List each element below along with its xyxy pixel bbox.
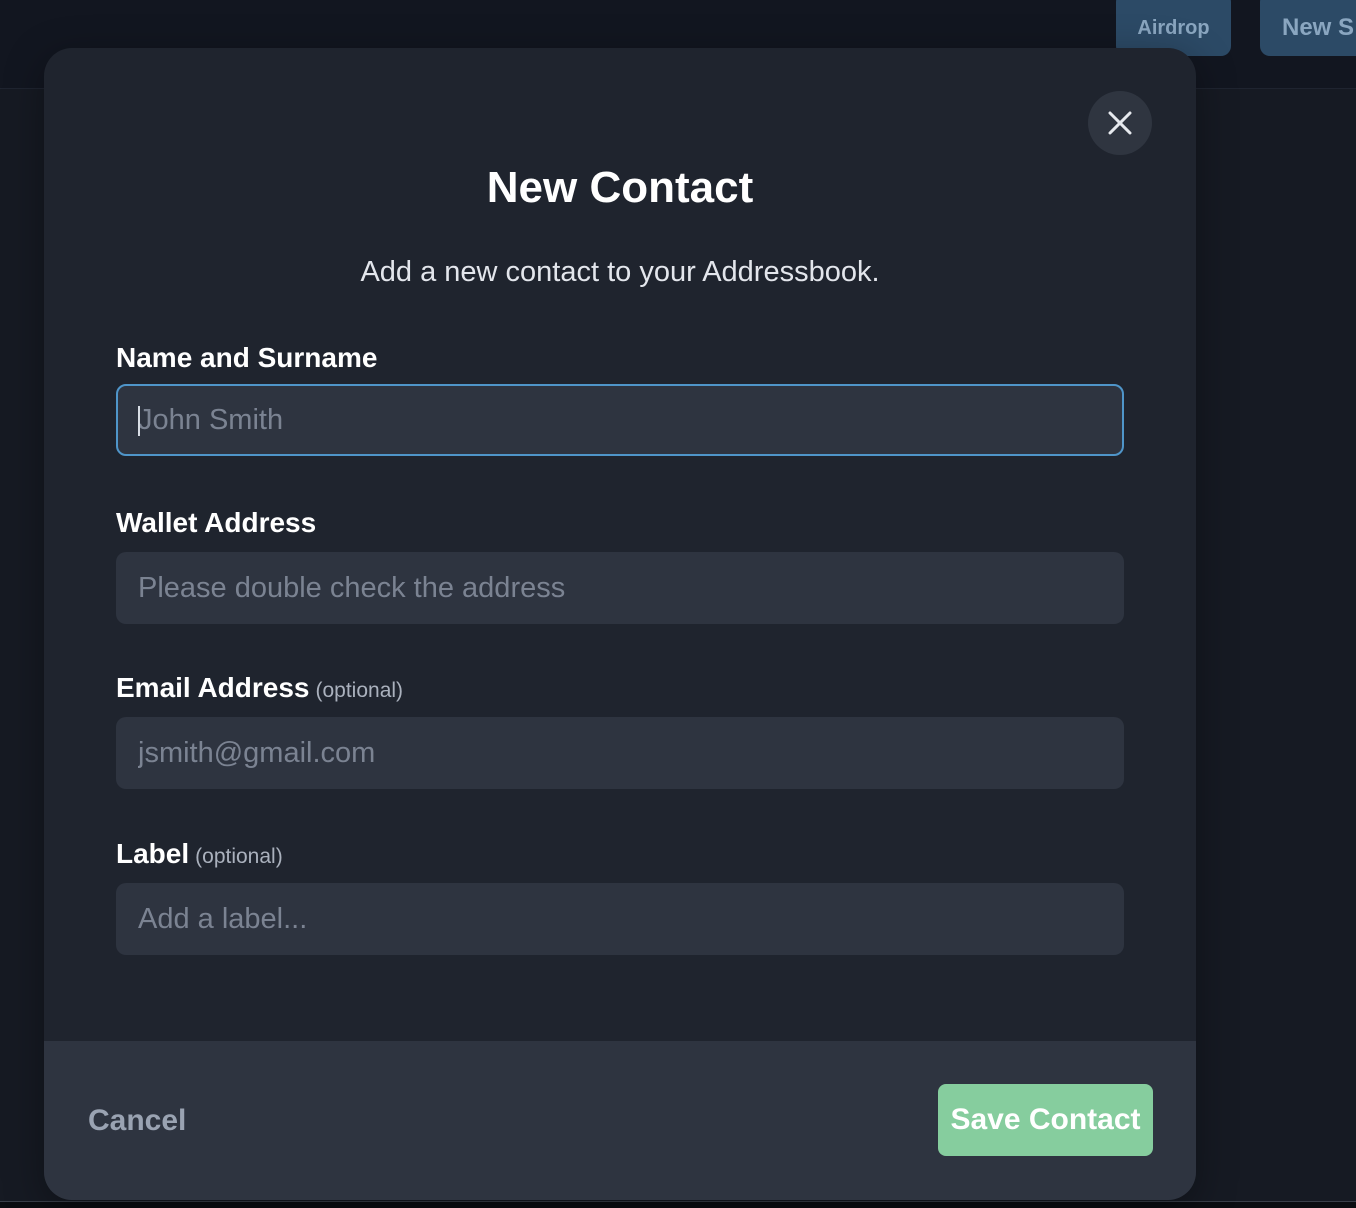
label-optional-hint: (optional) — [195, 845, 283, 868]
window-bottom-edge — [0, 1201, 1356, 1208]
email-optional-hint: (optional) — [315, 679, 404, 702]
name-input[interactable] — [116, 384, 1124, 456]
modal-subtitle: Add a new contact to your Addressbook. — [360, 256, 880, 288]
wallet-field-label: Wallet Address — [116, 506, 316, 540]
label-field-label-text: Label — [116, 838, 190, 869]
modal-footer: Cancel Save Contact — [44, 1041, 1196, 1200]
name-field-label: Name and Surname — [116, 341, 377, 375]
new-button[interactable]: New S — [1260, 0, 1356, 56]
email-field-label: Email Address (optional) — [116, 671, 403, 708]
close-button[interactable] — [1088, 91, 1152, 155]
text-caret — [138, 406, 140, 436]
email-field-label-text: Email Address — [116, 672, 310, 703]
name-field-label-text: Name and Surname — [116, 342, 378, 373]
modal-title: New Contact — [486, 163, 754, 212]
new-contact-modal: New Contact Add a new contact to your Ad… — [44, 48, 1196, 1200]
label-field-label: Label (optional) — [116, 837, 283, 874]
label-input[interactable] — [116, 883, 1124, 955]
wallet-address-input[interactable] — [116, 552, 1124, 624]
save-contact-button[interactable]: Save Contact — [938, 1084, 1153, 1156]
cancel-button[interactable]: Cancel — [88, 1097, 186, 1145]
email-input[interactable] — [116, 717, 1124, 789]
wallet-field-label-text: Wallet Address — [116, 507, 317, 538]
close-icon — [1108, 111, 1132, 135]
